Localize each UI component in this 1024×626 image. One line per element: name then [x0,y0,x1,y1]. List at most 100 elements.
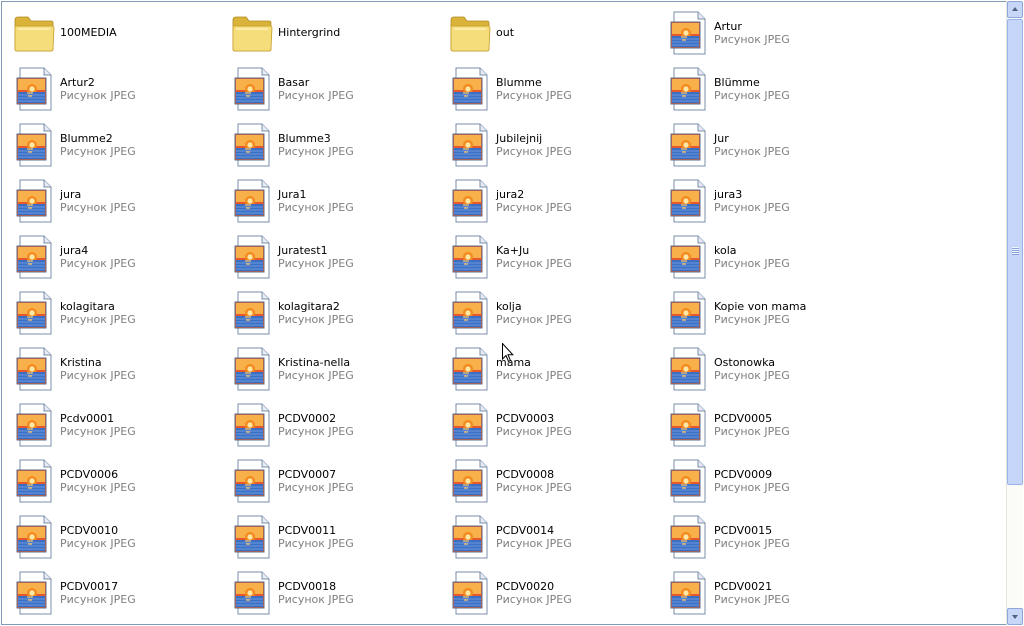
file-item[interactable]: jura2 Рисунок JPEG [447,174,665,230]
item-type: Рисунок JPEG [60,369,136,382]
file-item[interactable]: Artur2 Рисунок JPEG [11,62,229,118]
jpeg-file-icon [447,401,495,449]
file-item[interactable]: PCDV0008 Рисунок JPEG [447,454,665,510]
item-name: PCDV0010 [60,524,119,537]
file-item[interactable]: Ka+Ju Рисунок JPEG [447,230,665,286]
jpeg-file-icon [665,345,713,393]
file-item[interactable]: jura4 Рисунок JPEG [11,230,229,286]
item-name: Kopie von mama [714,300,807,313]
file-item[interactable]: PCDV0010 Рисунок JPEG [11,510,229,566]
item-name: kolagitara2 [278,300,340,313]
item-type: Рисунок JPEG [496,425,572,438]
item-type: Рисунок JPEG [714,33,790,46]
item-name: PCDV0015 [714,524,773,537]
file-item[interactable]: Juratest1 Рисунок JPEG [229,230,447,286]
file-item[interactable]: PCDV0020 Рисунок JPEG [447,566,665,622]
item-name: Hintergrind [278,26,341,39]
file-item[interactable]: PCDV0005 Рисунок JPEG [665,398,883,454]
file-item[interactable]: Kristina Рисунок JPEG [11,342,229,398]
file-item[interactable]: kolja Рисунок JPEG [447,286,665,342]
file-item[interactable]: jura Рисунок JPEG [11,174,229,230]
item-name: kolja [496,300,522,313]
item-type: Рисунок JPEG [714,425,790,438]
file-item[interactable]: PCDV0015 Рисунок JPEG [665,510,883,566]
jpeg-file-icon [11,121,59,169]
jpeg-file-icon [665,9,713,57]
item-type: Рисунок JPEG [60,89,136,102]
file-item[interactable]: PCDV0014 Рисунок JPEG [447,510,665,566]
scroll-down-button[interactable] [1007,608,1023,625]
file-list-pane[interactable]: 100MEDIA Hintergrind out Artur Рисунок JPEG A… [1,1,1006,625]
file-item[interactable]: PCDV0007 Рисунок JPEG [229,454,447,510]
item-type: Рисунок JPEG [714,257,790,270]
file-item[interactable]: Jur Рисунок JPEG [665,118,883,174]
folder-icon [11,9,59,57]
jpeg-file-icon [447,569,495,617]
jpeg-file-icon [11,345,59,393]
item-name: Kristina [60,356,102,369]
item-type: Рисунок JPEG [278,425,354,438]
jpeg-file-icon [229,513,277,561]
item-type: Рисунок JPEG [278,481,354,494]
jpeg-file-icon [11,289,59,337]
file-item[interactable]: PCDV0017 Рисунок JPEG [11,566,229,622]
folder-item[interactable]: out [447,6,665,62]
file-item[interactable]: Basar Рисунок JPEG [229,62,447,118]
item-type: Рисунок JPEG [60,201,136,214]
file-item[interactable]: PCDV0018 Рисунок JPEG [229,566,447,622]
file-item[interactable]: Blumme Рисунок JPEG [447,62,665,118]
file-item[interactable]: kolagitara2 Рисунок JPEG [229,286,447,342]
jpeg-file-icon [665,177,713,225]
item-name: PCDV0008 [496,468,555,481]
file-item[interactable]: kolagitara Рисунок JPEG [11,286,229,342]
jpeg-file-icon [229,121,277,169]
item-type: Рисунок JPEG [278,257,354,270]
file-item[interactable]: PCDV0021 Рисунок JPEG [665,566,883,622]
file-item[interactable]: PCDV0002 Рисунок JPEG [229,398,447,454]
item-name: jura3 [714,188,743,201]
file-item[interactable]: Ostonowka Рисунок JPEG [665,342,883,398]
item-name: Pcdv0001 [60,412,115,425]
item-name: PCDV0002 [278,412,337,425]
jpeg-file-icon [447,513,495,561]
scroll-thumb[interactable] [1007,19,1023,485]
file-item[interactable]: Artur Рисунок JPEG [665,6,883,62]
file-item[interactable]: Blumme3 Рисунок JPEG [229,118,447,174]
file-item[interactable]: Pcdv0001 Рисунок JPEG [11,398,229,454]
item-name: Blumme3 [278,132,331,145]
folder-icon [447,9,495,57]
item-name: PCDV0017 [60,580,119,593]
file-item[interactable]: PCDV0003 Рисунок JPEG [447,398,665,454]
jpeg-file-icon [447,233,495,281]
file-item[interactable]: Jubilejnij Рисунок JPEG [447,118,665,174]
file-item[interactable]: Kopie von mama Рисунок JPEG [665,286,883,342]
jpeg-file-icon [447,177,495,225]
item-name: Juratest1 [278,244,328,257]
item-type: Рисунок JPEG [278,145,354,158]
jpeg-file-icon [447,345,495,393]
item-type: Рисунок JPEG [496,89,572,102]
item-type: Рисунок JPEG [496,201,572,214]
file-item[interactable]: Blumme2 Рисунок JPEG [11,118,229,174]
file-item[interactable]: jura3 Рисунок JPEG [665,174,883,230]
item-type: Рисунок JPEG [496,537,572,550]
file-item[interactable]: kola Рисунок JPEG [665,230,883,286]
vertical-scrollbar[interactable] [1006,1,1023,625]
scroll-up-button[interactable] [1007,1,1023,18]
file-item[interactable]: PCDV0006 Рисунок JPEG [11,454,229,510]
file-item[interactable]: mama Рисунок JPEG [447,342,665,398]
file-item[interactable]: PCDV0009 Рисунок JPEG [665,454,883,510]
file-item[interactable]: PCDV0011 Рисунок JPEG [229,510,447,566]
folder-item[interactable]: Hintergrind [229,6,447,62]
file-item[interactable]: Blümme Рисунок JPEG [665,62,883,118]
item-type: Рисунок JPEG [714,481,790,494]
jpeg-file-icon [665,121,713,169]
jpeg-file-icon [665,289,713,337]
folder-item[interactable]: 100MEDIA [11,6,229,62]
jpeg-file-icon [229,345,277,393]
item-name: jura2 [496,188,525,201]
file-item[interactable]: Kristina-nella Рисунок JPEG [229,342,447,398]
jpeg-file-icon [447,289,495,337]
file-item[interactable]: Jura1 Рисунок JPEG [229,174,447,230]
item-name: PCDV0011 [278,524,337,537]
